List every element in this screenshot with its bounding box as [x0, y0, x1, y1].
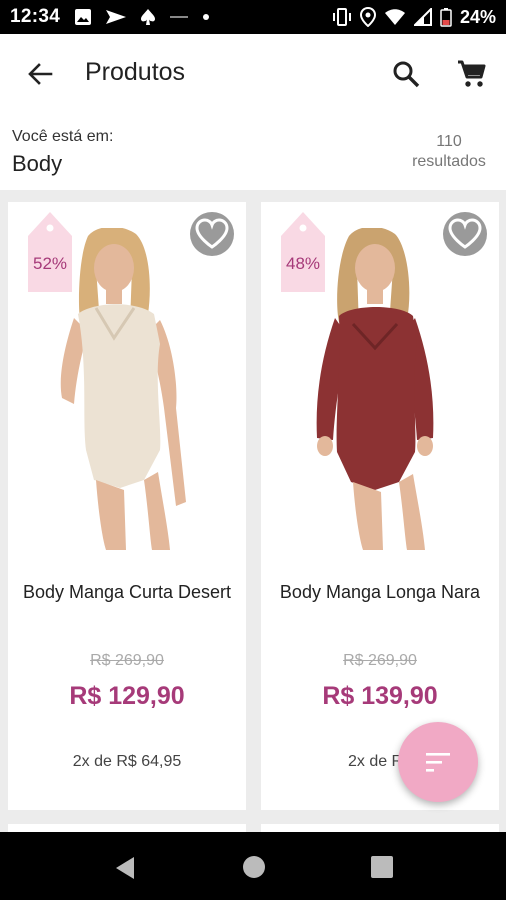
location-label: Você está em: [12, 128, 114, 145]
cart-icon [458, 60, 486, 87]
search-icon [393, 61, 420, 88]
product-card-peek[interactable] [261, 824, 499, 832]
old-price: R$ 269,90 [343, 652, 417, 669]
image-icon [75, 9, 92, 25]
product-card[interactable]: 52% Body Manga Curta Desert R$ 269,90 R$… [8, 202, 246, 810]
status-time: 12:34 [10, 6, 61, 27]
system-nav-bar [0, 832, 506, 900]
heart-outline-icon [448, 218, 482, 249]
arrow-back-icon [28, 63, 53, 85]
search-button[interactable] [388, 56, 424, 92]
nav-recents-icon[interactable] [370, 855, 394, 879]
new-price: R$ 129,90 [69, 682, 185, 710]
page-title: Produtos [85, 58, 186, 86]
app-bar: Produtos [0, 34, 506, 114]
status-right-icons: 24% [332, 7, 496, 28]
status-bar: 12:34 24% [0, 0, 506, 34]
wifi-icon [384, 9, 405, 25]
product-card[interactable]: 48% Body Manga Longa Nara R$ 269,90 R$ 1… [261, 202, 499, 810]
sort-filter-fab[interactable] [398, 722, 478, 802]
results-count: 110 [436, 133, 462, 150]
nav-back-icon[interactable] [112, 854, 140, 882]
nav-home-icon[interactable] [242, 855, 266, 879]
info-row: Você está em: Body 110 resultados [0, 114, 506, 190]
product-image[interactable] [289, 226, 471, 550]
garment-shape [336, 307, 417, 490]
battery-icon [440, 8, 452, 27]
favorite-button[interactable] [443, 212, 487, 256]
favorite-button[interactable] [190, 212, 234, 256]
dot-icon [203, 14, 210, 20]
new-price: R$ 139,90 [322, 682, 438, 710]
vibrate-icon [332, 8, 351, 26]
sort-icon [426, 753, 450, 772]
heart-outline-icon [195, 218, 229, 249]
signal-icon [413, 8, 432, 26]
back-button[interactable] [22, 56, 58, 92]
product-name[interactable]: Body Manga Longa Nara [269, 580, 491, 604]
old-price: R$ 269,90 [90, 652, 164, 669]
installment-price: 2x de R$ 64,95 [72, 753, 182, 770]
cart-button[interactable] [453, 56, 489, 92]
product-card-peek[interactable] [8, 824, 246, 832]
results-label: resultados [412, 153, 486, 170]
location-icon [359, 7, 376, 27]
location-value: Body [12, 151, 63, 176]
send-icon [106, 10, 127, 24]
battery-percent: 24% [459, 6, 496, 27]
status-left-icons [74, 8, 210, 26]
product-image[interactable] [36, 226, 218, 550]
product-name[interactable]: Body Manga Curta Desert [16, 580, 238, 604]
spade-icon [141, 9, 156, 25]
minus-icon [170, 16, 189, 18]
